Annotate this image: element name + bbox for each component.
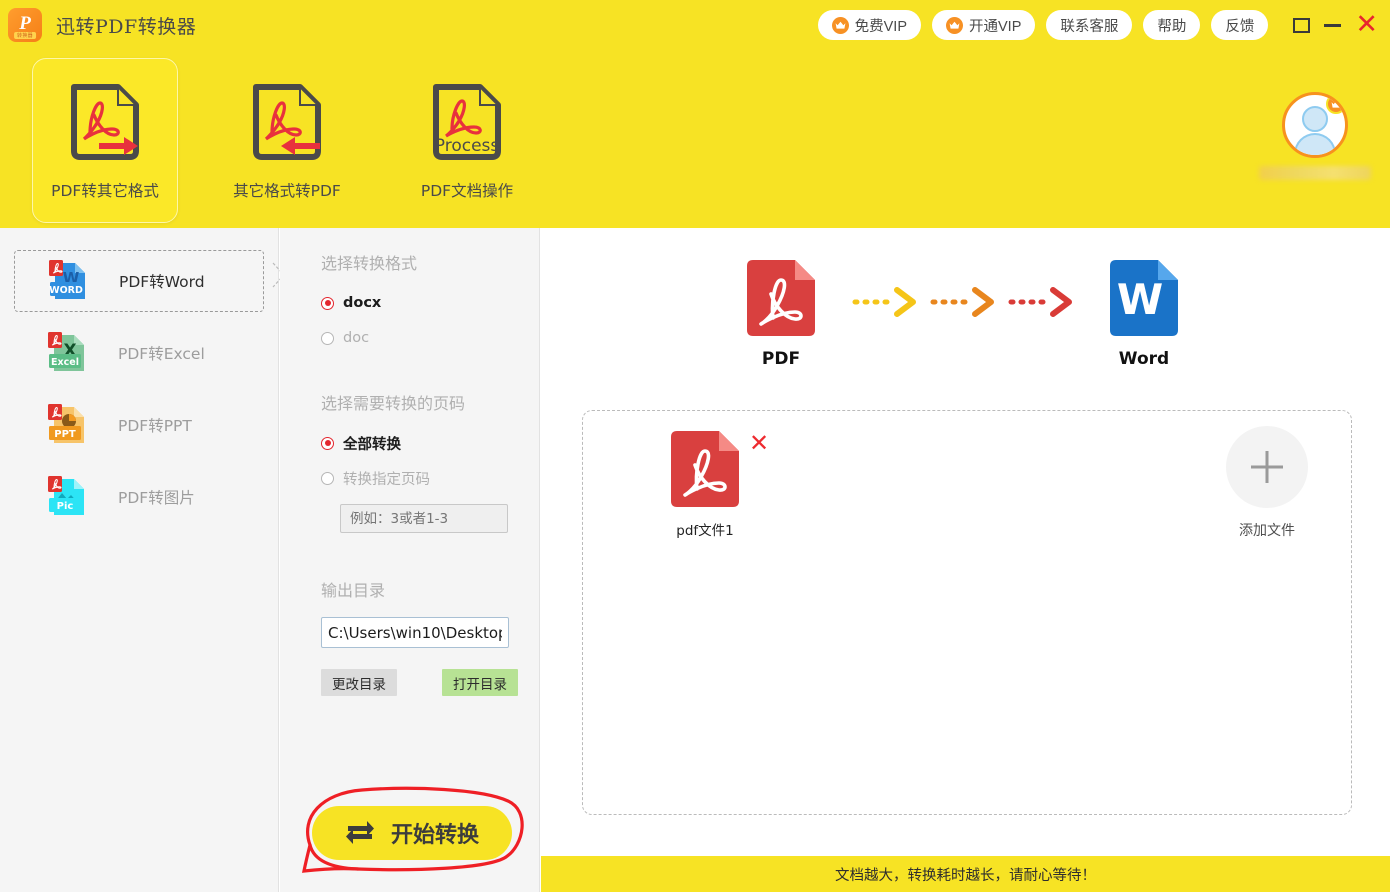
start-convert-button[interactable]: 开始转换 <box>312 806 512 860</box>
page-option-range-label: 转换指定页码 <box>343 471 430 488</box>
format-option-docx-label: docx <box>343 295 382 311</box>
sidebar-item-pdf-to-word-label: PDF转Word <box>119 273 205 291</box>
close-button[interactable]: ✕ <box>1355 11 1378 38</box>
app-logo-icon: P 转换器 <box>8 8 42 42</box>
help-label: 帮助 <box>1157 18 1187 35</box>
format-option-docx[interactable]: docx <box>321 290 539 316</box>
other-to-pdf-icon <box>248 81 326 165</box>
status-message: 文档越大，转换耗时越长，请耐心等待！ <box>835 867 1096 884</box>
pdf-icon <box>747 260 815 336</box>
crown-icon <box>831 16 849 34</box>
format-option-doc-label: doc <box>343 330 370 346</box>
tab-pdf-to-other-label: PDF转其它格式 <box>51 182 159 200</box>
window-controls: ✕ <box>1293 11 1378 38</box>
pdf-process-icon: Process <box>428 81 506 165</box>
swap-arrows-icon <box>345 821 374 844</box>
conversion-flow-diagram: PDF W Word <box>541 258 1390 388</box>
directory-buttons: 更改目录 打开目录 <box>321 669 539 696</box>
account-area[interactable] <box>1259 92 1371 180</box>
maximize-button[interactable] <box>1293 17 1311 33</box>
app-title: 迅转PDF转换器 <box>56 15 197 38</box>
contact-support-label: 联系客服 <box>1060 18 1119 35</box>
flow-source-label: PDF <box>761 349 801 369</box>
tab-pdf-process[interactable]: Process PDF文档操作 <box>394 58 540 223</box>
sidebar-item-pdf-to-word[interactable]: W WORD PDF转Word <box>14 250 264 312</box>
feedback-label: 反馈 <box>1225 18 1255 35</box>
svg-text:W: W <box>1117 275 1163 324</box>
primary-tab-bar: PDF转其它格式 其它格式转PDF Process PDF文档操作 <box>0 50 1390 228</box>
tab-other-to-pdf[interactable]: 其它格式转PDF <box>214 58 360 223</box>
excel-file-icon: X Excel <box>42 329 90 377</box>
help-button[interactable]: 帮助 <box>1143 10 1201 40</box>
start-convert-area: 开始转换 <box>292 783 524 883</box>
pdf-icon <box>671 431 739 507</box>
svg-text:Pic: Pic <box>57 501 74 512</box>
tab-other-to-pdf-label: 其它格式转PDF <box>233 182 341 200</box>
open-directory-button[interactable]: 打开目录 <box>442 669 518 696</box>
svg-text:WORD: WORD <box>49 285 83 296</box>
application-window: P 转换器 迅转PDF转换器 免费VIP 开通VIP 联系客服 帮助 反馈 ✕ … <box>0 0 1390 892</box>
open-vip-button[interactable]: 开通VIP <box>932 10 1036 40</box>
logo-subtitle: 转换器 <box>14 32 36 39</box>
conversion-options-panel: 选择转换格式 docx doc 选择需要转换的页码 全部转换 转换指定页码 输出… <box>280 228 540 892</box>
flow-target-label: Word <box>1118 349 1170 369</box>
change-directory-button[interactable]: 更改目录 <box>321 669 397 696</box>
username-masked <box>1259 166 1371 180</box>
sidebar-item-pdf-to-excel-label: PDF转Excel <box>118 345 205 363</box>
free-vip-label: 免费VIP <box>854 18 907 35</box>
format-section-title: 选择转换格式 <box>321 254 418 273</box>
feedback-button[interactable]: 反馈 <box>1211 10 1269 40</box>
page-range-input[interactable] <box>340 504 508 533</box>
tab-process-badge: Process <box>435 136 500 156</box>
plus-icon <box>1226 426 1308 508</box>
word-icon: W <box>1110 260 1178 336</box>
radio-docx-icon[interactable] <box>321 296 334 310</box>
pages-section-title: 选择需要转换的页码 <box>321 394 466 413</box>
radio-doc-icon[interactable] <box>321 331 334 345</box>
sidebar-item-pdf-to-image-label: PDF转图片 <box>118 489 195 507</box>
pic-file-icon: Pic <box>42 473 90 521</box>
page-option-range[interactable]: 转换指定页码 <box>321 465 539 491</box>
ppt-file-icon: PPT <box>42 401 90 449</box>
minimize-button[interactable] <box>1324 23 1342 27</box>
add-file-button[interactable]: 添加文件 <box>1207 426 1327 540</box>
tab-pdf-to-other[interactable]: PDF转其它格式 <box>32 58 178 223</box>
free-vip-button[interactable]: 免费VIP <box>817 10 921 40</box>
page-option-all[interactable]: 全部转换 <box>321 430 539 456</box>
output-section-title: 输出目录 <box>321 581 386 600</box>
user-avatar-icon[interactable] <box>1282 92 1348 158</box>
file-name-label: pdf文件1 <box>676 523 734 539</box>
pdf-to-other-icon <box>66 81 144 165</box>
page-option-all-label: 全部转换 <box>343 436 401 453</box>
sidebar-item-pdf-to-ppt[interactable]: PPT PDF转PPT <box>14 394 264 456</box>
output-path-input[interactable] <box>321 617 509 648</box>
flow-source: PDF <box>741 258 821 369</box>
title-bar: P 转换器 迅转PDF转换器 免费VIP 开通VIP 联系客服 帮助 反馈 ✕ <box>0 0 1390 50</box>
logo-letter: P <box>19 13 31 34</box>
sidebar-item-pdf-to-image[interactable]: Pic PDF转图片 <box>14 466 264 528</box>
svg-text:PPT: PPT <box>54 429 76 440</box>
flow-target: W Word <box>1104 258 1184 369</box>
remove-file-button[interactable]: ✕ <box>749 431 769 455</box>
radio-page-range-icon[interactable] <box>321 471 334 485</box>
status-bar: 文档越大，转换耗时越长，请耐心等待！ <box>541 856 1390 892</box>
format-option-doc[interactable]: doc <box>321 325 539 351</box>
file-drop-zone[interactable]: pdf文件1 ✕ 添加文件 <box>582 410 1352 815</box>
add-file-label: 添加文件 <box>1239 523 1295 539</box>
start-convert-label: 开始转换 <box>390 823 479 848</box>
tab-pdf-process-label: PDF文档操作 <box>420 182 514 200</box>
title-bar-actions: 免费VIP 开通VIP 联系客服 帮助 反馈 ✕ <box>817 10 1390 40</box>
main-content-area: PDF W Word pdf文件1 ✕ 添加文件 <box>541 228 1390 892</box>
sidebar-item-pdf-to-excel[interactable]: X Excel PDF转Excel <box>14 322 264 384</box>
sidebar-item-pdf-to-ppt-label: PDF转PPT <box>118 417 192 435</box>
conversion-type-sidebar: W WORD PDF转Word X Excel PDF转Excel PPT PD… <box>0 228 279 892</box>
open-vip-label: 开通VIP <box>969 18 1022 35</box>
contact-support-button[interactable]: 联系客服 <box>1046 10 1133 40</box>
vip-crown-badge-icon <box>1326 95 1345 114</box>
svg-text:Excel: Excel <box>51 357 79 368</box>
crown-icon <box>946 16 963 34</box>
radio-all-pages-icon[interactable] <box>321 436 334 450</box>
word-file-icon: W WORD <box>43 257 91 305</box>
